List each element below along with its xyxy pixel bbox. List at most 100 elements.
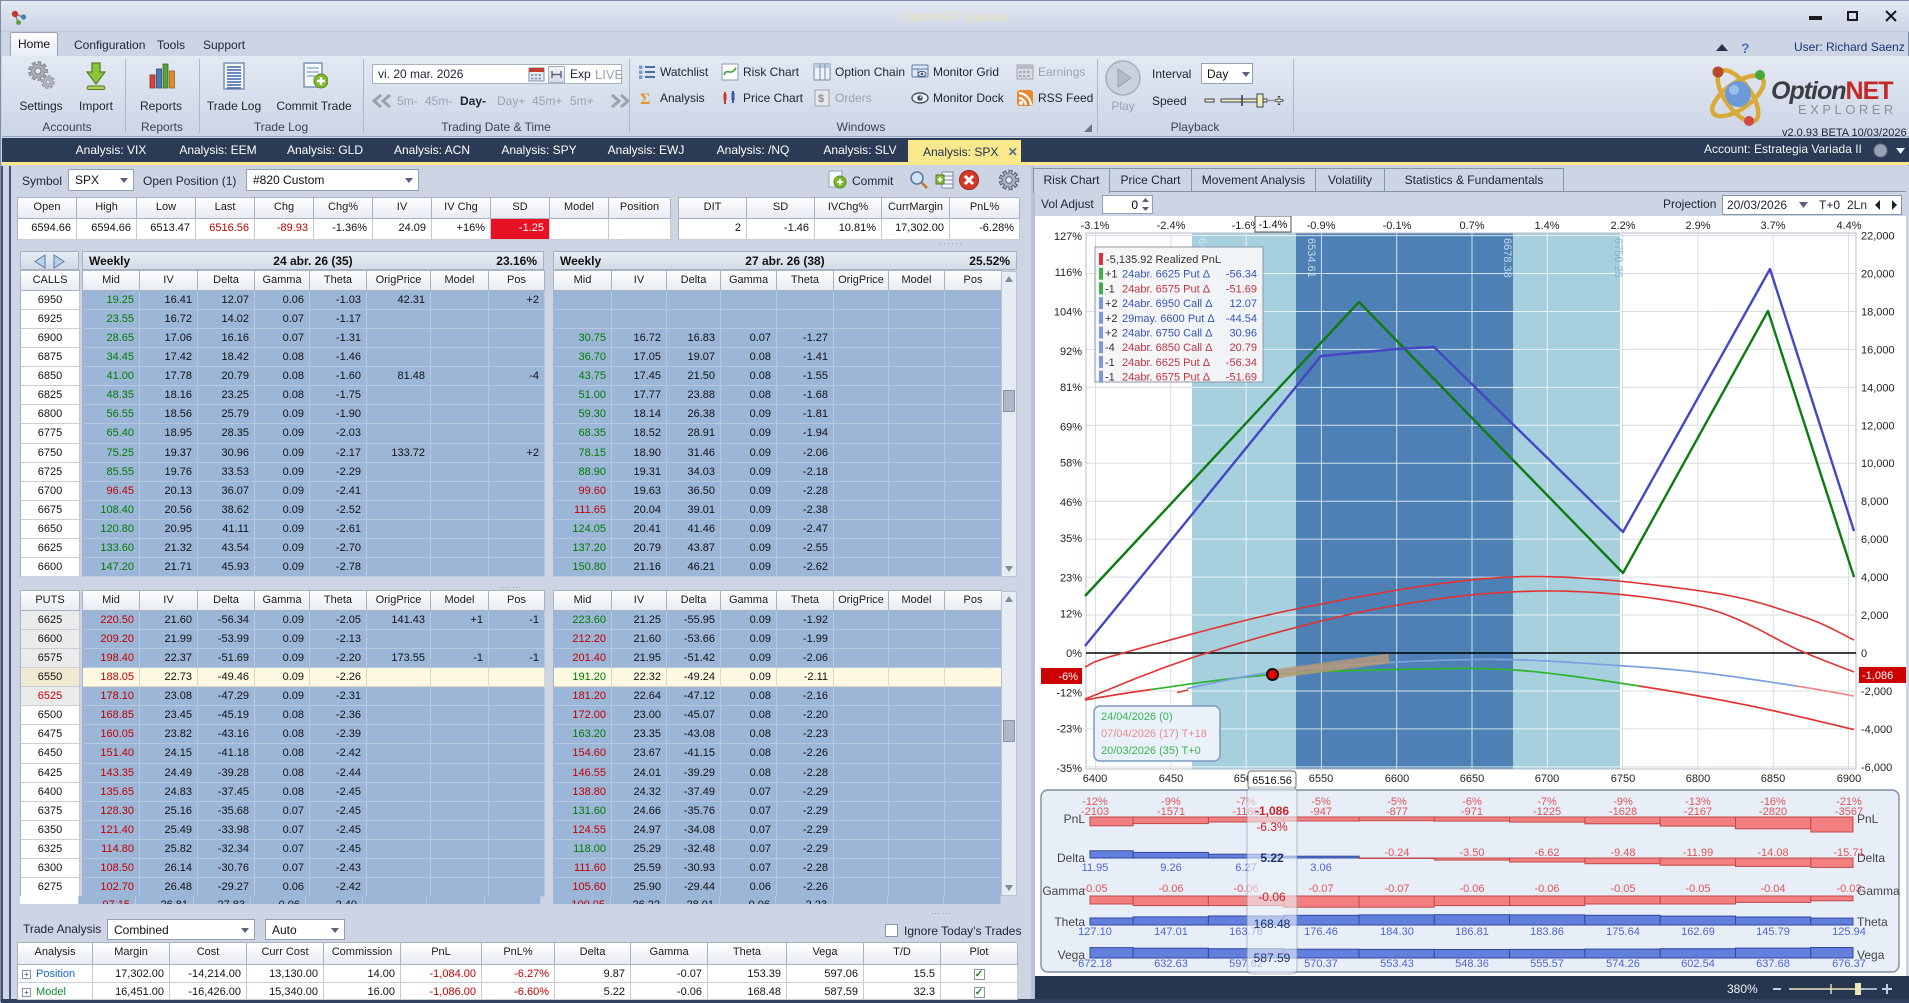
svg-text:18,000: 18,000 [1861,307,1895,319]
svg-text:-947: -947 [1310,806,1332,818]
svg-text:6650: 6650 [1460,773,1484,785]
svg-text:-11.99: -11.99 [1683,847,1713,859]
svg-text:6850: 6850 [1761,773,1785,785]
svg-text:+1: +1 [1105,269,1118,281]
svg-text:602.54: 602.54 [1681,958,1715,970]
svg-text:22,000: 22,000 [1861,231,1895,243]
svg-text:6750.26: 6750.26 [1612,238,1624,278]
svg-text:-0.06: -0.06 [1459,883,1484,895]
svg-text:6516.56: 6516.56 [1252,775,1292,787]
svg-text:176.46: 176.46 [1304,926,1338,938]
svg-text:104%: 104% [1054,307,1082,319]
svg-text:2.2%: 2.2% [1610,220,1635,232]
svg-text:186.81: 186.81 [1455,926,1489,938]
svg-text:632.63: 632.63 [1154,958,1188,970]
svg-text:-6.62: -6.62 [1534,847,1559,859]
svg-text:127%: 127% [1054,231,1082,243]
svg-text:9.26: 9.26 [1160,862,1181,874]
svg-text:-6%: -6% [1058,671,1078,683]
svg-text:-4,000: -4,000 [1861,724,1892,736]
svg-text:574.26: 574.26 [1606,958,1640,970]
svg-text:553.43: 553.43 [1380,958,1414,970]
svg-text:Theta: Theta [1054,915,1085,929]
svg-text:-6,000: -6,000 [1861,762,1892,774]
svg-text:-0.07: -0.07 [1308,883,1333,895]
svg-text:116%: 116% [1055,267,1083,279]
svg-text:6800: 6800 [1686,773,1710,785]
svg-text:-0.05: -0.05 [1610,883,1635,895]
svg-text:24abr. 6625 Put Δ: 24abr. 6625 Put Δ [1122,357,1211,369]
svg-text:4,000: 4,000 [1861,572,1889,584]
svg-text:-56.34: -56.34 [1226,357,1257,369]
svg-text:3.06: 3.06 [1310,862,1331,874]
svg-text:24abr. 6750 Call Δ: 24abr. 6750 Call Δ [1122,328,1213,340]
svg-text:-0.9%: -0.9% [1307,220,1336,232]
svg-text:46%: 46% [1060,497,1082,509]
svg-text:1.4%: 1.4% [1534,220,1559,232]
svg-text:-44.54: -44.54 [1226,313,1257,325]
svg-text:-2,000: -2,000 [1861,686,1892,698]
svg-text:-4: -4 [1105,342,1115,354]
svg-text:12,000: 12,000 [1861,420,1895,432]
svg-text:-2167: -2167 [1684,806,1712,818]
svg-text:587.59: 587.59 [1254,951,1291,965]
svg-text:-2820: -2820 [1759,806,1787,818]
svg-text:-1,086: -1,086 [1255,804,1289,818]
svg-text:6678.38: 6678.38 [1501,238,1513,278]
svg-text:184.30: 184.30 [1380,926,1414,938]
svg-text:20.79: 20.79 [1229,342,1257,354]
svg-text:-1: -1 [1105,283,1115,295]
svg-text:6700: 6700 [1535,773,1559,785]
svg-text:-3.1%: -3.1% [1081,220,1110,232]
svg-text:183.86: 183.86 [1530,926,1564,938]
svg-text:69%: 69% [1060,421,1082,433]
svg-text:58%: 58% [1060,458,1082,470]
svg-text:12.07: 12.07 [1229,298,1257,310]
svg-text:Theta: Theta [1857,915,1888,929]
svg-text:-3.50: -3.50 [1459,847,1484,859]
svg-text:24abr. 6575 Put Δ: 24abr. 6575 Put Δ [1122,372,1211,384]
svg-text:0%: 0% [1066,648,1082,660]
svg-text:24/04/2026 (0): 24/04/2026 (0) [1101,711,1173,723]
svg-text:PnL: PnL [1064,812,1086,826]
svg-text:24abr. 6950 Call Δ: 24abr. 6950 Call Δ [1122,298,1213,310]
svg-text:168.48: 168.48 [1254,917,1291,931]
svg-text:-35%: -35% [1056,763,1082,775]
svg-text:570.37: 570.37 [1304,958,1338,970]
svg-text:6750: 6750 [1611,773,1635,785]
svg-text:6900: 6900 [1837,773,1861,785]
svg-text:145.79: 145.79 [1756,926,1790,938]
svg-text:-0.1%: -0.1% [1383,220,1412,232]
svg-text:6,000: 6,000 [1861,534,1889,546]
svg-text:12%: 12% [1060,609,1082,621]
svg-text:-2103: -2103 [1081,806,1109,818]
svg-text:-971: -971 [1461,806,1483,818]
svg-text:14,000: 14,000 [1861,382,1895,394]
svg-text:-5,135.92 Realized PnL: -5,135.92 Realized PnL [1106,254,1221,266]
svg-text:-6.3%: -6.3% [1256,820,1288,834]
svg-text:4.4%: 4.4% [1836,220,1861,232]
svg-text:-0.07: -0.07 [1384,883,1409,895]
svg-text:-14.08: -14.08 [1757,847,1788,859]
svg-text:+2: +2 [1105,328,1118,340]
svg-text:92%: 92% [1060,346,1082,358]
svg-text:-9.48: -9.48 [1610,847,1635,859]
svg-text:24abr. 6625 Put Δ: 24abr. 6625 Put Δ [1122,269,1211,281]
svg-text:2,000: 2,000 [1861,610,1889,622]
svg-text:20,000: 20,000 [1861,269,1895,281]
svg-text:-56.34: -56.34 [1226,269,1257,281]
svg-text:2.9%: 2.9% [1685,220,1710,232]
svg-text:20/03/2026 (35) T+0: 20/03/2026 (35) T+0 [1101,745,1201,757]
svg-text:16,000: 16,000 [1861,344,1895,356]
svg-text:24abr. 6575 Put Δ: 24abr. 6575 Put Δ [1122,283,1211,295]
svg-text:3.7%: 3.7% [1760,220,1785,232]
svg-text:11.95: 11.95 [1082,862,1109,874]
svg-text:-0.06: -0.06 [1534,883,1559,895]
svg-text:Vega: Vega [1857,948,1885,962]
svg-text:-0.05: -0.05 [1082,883,1107,895]
svg-text:-2.4%: -2.4% [1157,220,1186,232]
svg-text:-23%: -23% [1056,724,1082,736]
svg-text:-1628: -1628 [1609,806,1637,818]
svg-text:548.36: 548.36 [1455,958,1489,970]
svg-text:-1: -1 [1105,372,1115,384]
